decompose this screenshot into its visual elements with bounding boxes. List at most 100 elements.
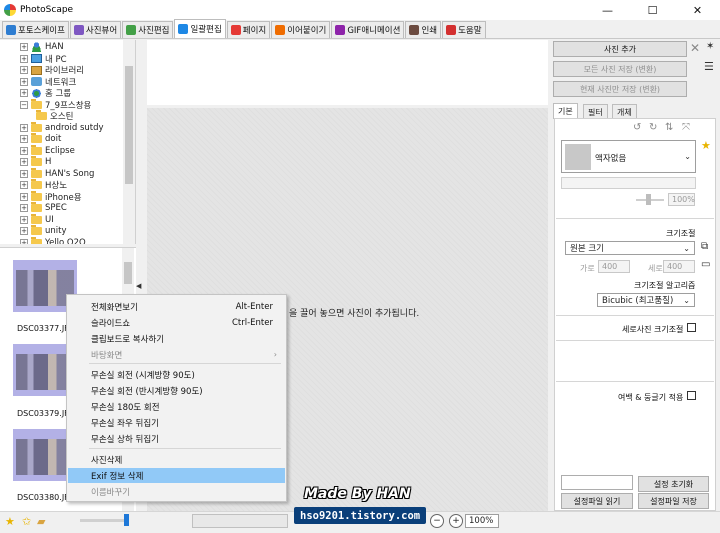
close-button[interactable]: ✕ bbox=[675, 0, 720, 20]
context-menu-item[interactable]: 사진삭제 bbox=[68, 452, 285, 467]
tree-item[interactable]: + Eclipse bbox=[20, 144, 75, 157]
save-current-button[interactable]: 현재 사진만 저장 (변환) bbox=[553, 81, 687, 97]
tree-item[interactable]: + HAN's Song bbox=[20, 167, 94, 180]
favorite-star-icon[interactable]: ★ bbox=[701, 139, 711, 152]
tab-2[interactable]: 사진편집 bbox=[122, 21, 174, 38]
expand-icon[interactable]: + bbox=[20, 204, 28, 212]
context-menu-item[interactable]: 무손실 회전 (시계방향 90도) bbox=[68, 367, 285, 382]
expand-icon[interactable]: + bbox=[20, 158, 28, 166]
tree-item[interactable]: + 홈 그룹 bbox=[20, 87, 71, 99]
tree-item[interactable]: + Yello O2O bbox=[20, 236, 86, 244]
zoom-in-icon[interactable]: + bbox=[449, 514, 463, 528]
expand-icon[interactable]: − bbox=[20, 100, 28, 109]
resize-settings-icon[interactable]: ⧉ bbox=[701, 241, 708, 252]
thumb-size-slider-knob[interactable] bbox=[124, 514, 129, 526]
save-all-button[interactable]: 모든 사진 저장 (변환) bbox=[553, 61, 687, 77]
flip-vertical-icon[interactable]: ⇅ bbox=[665, 122, 673, 133]
expand-icon[interactable]: + bbox=[20, 54, 28, 63]
context-menu-item[interactable]: 클립보드로 복사하기 bbox=[68, 331, 285, 346]
settings-icon[interactable]: ✶ bbox=[706, 41, 714, 52]
algorithm-select[interactable]: Bicubic (최고품질) ⌄ bbox=[597, 293, 695, 307]
portrait-resize-checkbox[interactable] bbox=[687, 323, 696, 332]
crop-icon[interactable]: ⤧ bbox=[682, 122, 690, 133]
context-menu-item[interactable]: 무손실 180도 회전 bbox=[68, 399, 285, 414]
preset-field[interactable] bbox=[561, 475, 633, 490]
folder-tree[interactable]: + HAN + 내 PC + 라이브러리 + 네트워크 + 홈 그룹 − 7_9프스창용 오스틴 + and… bbox=[0, 40, 136, 244]
reset-settings-button[interactable]: 설정 초기화 bbox=[638, 476, 709, 492]
collapse-left-icon[interactable]: ◀ bbox=[136, 282, 141, 290]
tab-5[interactable]: 이어붙이기 bbox=[271, 21, 331, 38]
context-menu-item[interactable]: 바탕화면 › bbox=[68, 347, 285, 362]
expand-icon[interactable]: + bbox=[20, 238, 28, 244]
expand-icon[interactable]: + bbox=[20, 192, 28, 201]
expand-icon[interactable]: + bbox=[20, 135, 28, 143]
context-menu-item[interactable]: 이름바꾸기 bbox=[68, 484, 285, 499]
tree-item[interactable]: + HAN bbox=[20, 41, 64, 53]
tree-item[interactable]: + doit bbox=[20, 133, 61, 145]
favorite-star-icon[interactable]: ★ bbox=[5, 515, 15, 528]
frame-slider-knob[interactable] bbox=[646, 194, 651, 205]
thumb-size-slider-track[interactable] bbox=[80, 519, 128, 522]
zoom-out-icon[interactable]: − bbox=[430, 514, 444, 528]
expand-icon[interactable]: + bbox=[20, 77, 28, 86]
context-menu-item[interactable]: 무손실 좌우 뒤집기 bbox=[68, 415, 285, 430]
context-menu-item[interactable]: 슬라이드쇼 Ctrl-Enter bbox=[68, 315, 285, 330]
save-settings-button[interactable]: 설정파일 저장 bbox=[638, 493, 709, 509]
context-menu-item[interactable]: 전체화면보기 Alt-Enter bbox=[68, 299, 285, 314]
tab-8[interactable]: 도움말 bbox=[442, 21, 486, 38]
expand-icon[interactable]: + bbox=[20, 146, 28, 155]
tree-item[interactable]: + android sutdy bbox=[20, 121, 104, 134]
expand-icon[interactable]: + bbox=[20, 181, 28, 189]
tab-6[interactable]: GIF애니메이션 bbox=[331, 21, 405, 38]
expand-icon[interactable]: + bbox=[20, 89, 28, 97]
tree-item[interactable]: − 7_9프스창용 bbox=[20, 98, 91, 111]
frame-dropdown[interactable]: 액자없음 ⌄ bbox=[561, 140, 696, 173]
frame-percent-field[interactable]: 100% bbox=[668, 193, 695, 206]
expand-icon[interactable]: + bbox=[20, 66, 28, 74]
tree-scrollbar-thumb[interactable] bbox=[125, 66, 133, 184]
rotate-right-icon[interactable]: ↻ bbox=[649, 122, 657, 133]
context-menu-item[interactable]: 무손실 회전 (반시계방향 90도) bbox=[68, 383, 285, 398]
aspect-ratio-icon[interactable]: ▭ bbox=[701, 259, 710, 270]
expand-icon[interactable]: + bbox=[20, 123, 28, 132]
thumbnail-scrollbar-thumb[interactable] bbox=[124, 262, 132, 284]
zoom-level[interactable]: 100% bbox=[465, 514, 499, 528]
tree-item[interactable]: + UI bbox=[20, 213, 54, 226]
tab-3[interactable]: 일괄편집 bbox=[174, 19, 226, 38]
remove-icon[interactable]: ✕ bbox=[690, 41, 700, 55]
tree-scrollbar[interactable] bbox=[123, 40, 135, 244]
tree-item[interactable]: 오스틴 bbox=[36, 110, 73, 122]
tree-item[interactable]: + 네트워크 bbox=[20, 76, 76, 88]
tab-4[interactable]: 페이지 bbox=[226, 21, 271, 38]
context-menu-item[interactable]: 무손실 상하 뒤집기 bbox=[68, 431, 285, 446]
tree-item[interactable]: + H bbox=[20, 156, 51, 168]
tab-object[interactable]: 개체 bbox=[612, 104, 637, 119]
add-photo-button[interactable]: 사진 추가 bbox=[553, 41, 687, 57]
tree-item[interactable]: + H상노 bbox=[20, 179, 67, 191]
tree-item[interactable]: + iPhone용 bbox=[20, 190, 82, 203]
expand-icon[interactable]: + bbox=[20, 215, 28, 224]
resize-select[interactable]: 원본 크기 ⌄ bbox=[565, 241, 695, 255]
height-field[interactable]: 400 bbox=[663, 260, 695, 273]
tree-item[interactable]: + unity bbox=[20, 225, 67, 237]
tree-item[interactable]: + 내 PC bbox=[20, 53, 67, 65]
expand-icon[interactable]: + bbox=[20, 43, 28, 51]
margin-round-checkbox[interactable] bbox=[687, 391, 696, 400]
tab-filter[interactable]: 필터 bbox=[583, 104, 608, 119]
rotate-left-icon[interactable]: ↺ bbox=[633, 122, 641, 133]
batch-file-strip[interactable] bbox=[147, 40, 548, 105]
tab-7[interactable]: 인쇄 bbox=[405, 21, 442, 38]
tree-item[interactable]: + 라이브러리 bbox=[20, 64, 84, 76]
load-settings-button[interactable]: 설정파일 읽기 bbox=[561, 493, 633, 509]
width-field[interactable]: 400 bbox=[598, 260, 630, 273]
maximize-button[interactable]: ☐ bbox=[630, 0, 675, 20]
add-favorite-icon[interactable]: ✩ bbox=[22, 515, 31, 528]
minimize-button[interactable]: — bbox=[585, 0, 630, 20]
tab-basic[interactable]: 기본 bbox=[553, 103, 578, 119]
tab-1[interactable]: 사진뷰어 bbox=[69, 21, 122, 38]
expand-icon[interactable]: + bbox=[20, 227, 28, 235]
tab-0[interactable]: 포토스케이프 bbox=[2, 21, 69, 38]
list-view-icon[interactable]: ☰ bbox=[704, 60, 714, 73]
context-menu-item[interactable]: Exif 정보 삭제 bbox=[68, 468, 285, 483]
folder-icon[interactable]: ▰ bbox=[37, 515, 45, 528]
